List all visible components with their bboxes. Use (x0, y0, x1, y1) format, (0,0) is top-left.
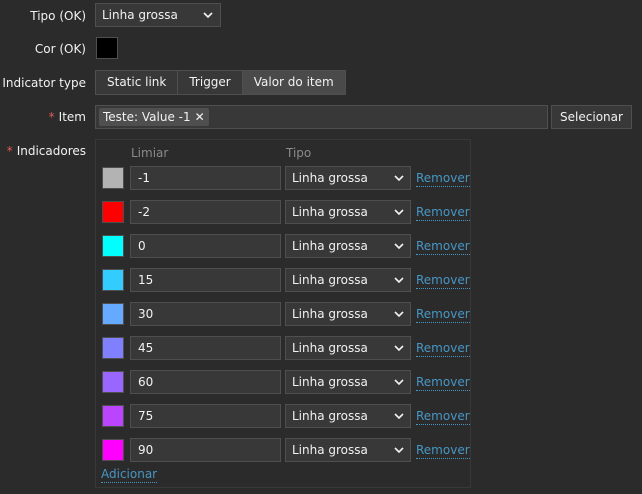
indicator-type-value: Linha grossa (292, 205, 368, 219)
indicator-threshold-input[interactable]: 30 (130, 302, 281, 326)
indicator-color-swatch[interactable] (102, 201, 124, 223)
cor-ok-label: Cor (OK) (34, 42, 86, 56)
tipo-ok-label: Tipo (OK) (30, 9, 86, 23)
indicator-row: -2 Linha grossa Remover (0, 200, 642, 224)
indicator-threshold-input[interactable]: 60 (130, 370, 281, 394)
required-mark: * (6, 144, 13, 158)
chevron-down-icon (393, 167, 405, 189)
indicadores-label: * Indicadores (7, 144, 86, 158)
remove-link[interactable]: Remover (416, 370, 470, 391)
indicator-row: 0 Linha grossa Remover (0, 234, 642, 258)
tipo-ok-select[interactable]: Linha grossa (95, 3, 221, 27)
chevron-down-icon (393, 439, 405, 461)
indicator-row: 90 Linha grossa Remover (0, 438, 642, 462)
indicator-color-swatch[interactable] (102, 439, 124, 461)
indicator-row: 45 Linha grossa Remover (0, 336, 642, 360)
item-multiselect[interactable]: Teste: Value -1 ✕ (95, 105, 548, 129)
indicator-color-swatch[interactable] (102, 371, 124, 393)
chevron-down-icon (393, 371, 405, 393)
chevron-down-icon (393, 337, 405, 359)
indicator-type-segmented: Static link Trigger Valor do item (95, 70, 346, 95)
remove-link[interactable]: Remover (416, 336, 470, 357)
indicator-type-value: Linha grossa (292, 443, 368, 457)
indicator-type-select[interactable]: Linha grossa (285, 370, 411, 394)
indicator-type-valor-do-item[interactable]: Valor do item (242, 71, 345, 94)
indicator-type-select[interactable]: Linha grossa (285, 234, 411, 258)
indicator-type-static-link[interactable]: Static link (96, 71, 179, 94)
indicadores-label-text: Indicadores (16, 144, 86, 158)
indicator-type-select[interactable]: Linha grossa (285, 336, 411, 360)
indicator-row: 75 Linha grossa Remover (0, 404, 642, 428)
item-chip: Teste: Value -1 ✕ (99, 108, 209, 126)
indicator-row: 15 Linha grossa Remover (0, 268, 642, 292)
indicator-type-select[interactable]: Linha grossa (285, 404, 411, 428)
indicator-type-select[interactable]: Linha grossa (285, 302, 411, 326)
indicator-threshold-input[interactable]: -1 (130, 166, 281, 190)
indicator-type-select[interactable]: Linha grossa (285, 268, 411, 292)
indicator-type-select[interactable]: Linha grossa (285, 166, 411, 190)
remove-link[interactable]: Remover (416, 302, 470, 323)
remove-link[interactable]: Remover (416, 438, 470, 459)
chevron-down-icon (393, 303, 405, 325)
column-header-limiar: Limiar (131, 146, 169, 160)
indicator-color-swatch[interactable] (102, 269, 124, 291)
indicator-type-value: Linha grossa (292, 307, 368, 321)
item-label: * Item (49, 110, 86, 124)
indicator-type-value: Linha grossa (292, 409, 368, 423)
indicator-type-value: Linha grossa (292, 239, 368, 253)
indicator-type-select[interactable]: Linha grossa (285, 438, 411, 462)
remove-link[interactable]: Remover (416, 234, 470, 255)
indicator-type-trigger[interactable]: Trigger (178, 71, 243, 94)
indicator-type-value: Linha grossa (292, 273, 368, 287)
chevron-down-icon (393, 405, 405, 427)
indicator-row: 30 Linha grossa Remover (0, 302, 642, 326)
indicator-threshold-input[interactable]: 45 (130, 336, 281, 360)
indicator-type-select[interactable]: Linha grossa (285, 200, 411, 224)
item-chip-label: Teste: Value -1 (103, 110, 191, 124)
indicator-type-label: Indicator type (2, 76, 86, 90)
item-label-text: Item (58, 110, 86, 124)
chevron-down-icon (202, 4, 214, 26)
indicator-threshold-input[interactable]: 90 (130, 438, 281, 462)
column-header-tipo: Tipo (286, 146, 312, 160)
indicator-type-value: Linha grossa (292, 375, 368, 389)
indicator-row: 60 Linha grossa Remover (0, 370, 642, 394)
remove-link[interactable]: Remover (416, 200, 470, 221)
indicator-color-swatch[interactable] (102, 337, 124, 359)
indicator-color-swatch[interactable] (102, 405, 124, 427)
chevron-down-icon (393, 235, 405, 257)
indicator-type-value: Linha grossa (292, 171, 368, 185)
remove-link[interactable]: Remover (416, 166, 470, 187)
indicator-color-swatch[interactable] (102, 167, 124, 189)
close-icon[interactable]: ✕ (195, 110, 205, 124)
indicator-color-swatch[interactable] (102, 303, 124, 325)
chevron-down-icon (393, 269, 405, 291)
remove-link[interactable]: Remover (416, 404, 470, 425)
add-indicator-link[interactable]: Adicionar (101, 466, 158, 483)
indicator-threshold-input[interactable]: 15 (130, 268, 281, 292)
indicator-threshold-input[interactable]: 75 (130, 404, 281, 428)
tipo-ok-value: Linha grossa (102, 8, 178, 22)
chevron-down-icon (393, 201, 405, 223)
indicator-threshold-input[interactable]: 0 (130, 234, 281, 258)
indicator-row: -1 Linha grossa Remover (0, 166, 642, 190)
indicator-type-value: Linha grossa (292, 341, 368, 355)
cor-ok-color-swatch[interactable] (96, 37, 118, 59)
required-mark: * (48, 110, 55, 124)
indicator-color-swatch[interactable] (102, 235, 124, 257)
remove-link[interactable]: Remover (416, 268, 470, 289)
indicator-threshold-input[interactable]: -2 (130, 200, 281, 224)
select-button[interactable]: Selecionar (551, 105, 632, 129)
